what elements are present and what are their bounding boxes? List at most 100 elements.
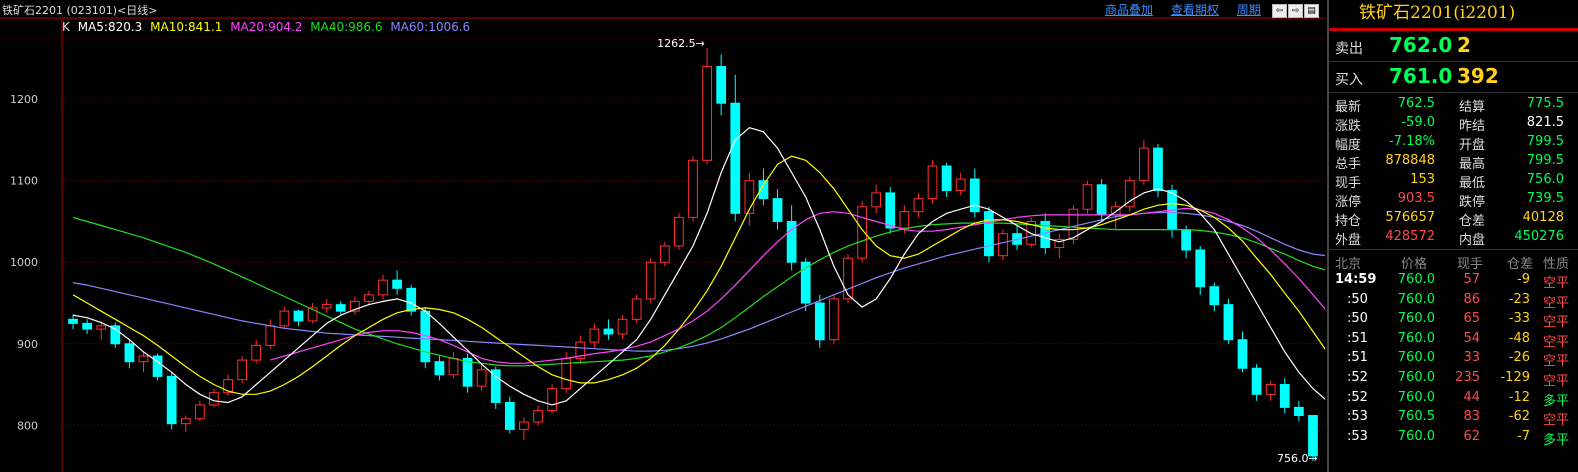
candle-body (490, 369, 501, 403)
stat-l2: 开盘 (1459, 138, 1486, 153)
trade-diff: -33 (1508, 311, 1530, 327)
candle-body (1139, 147, 1149, 182)
candle-body (716, 66, 727, 104)
stat-v2: 799.5 (1526, 153, 1564, 168)
stat-row: 最新 762.5 结算 775.5 (1329, 95, 1578, 115)
view-options-link[interactable]: 查看期权 (1171, 3, 1219, 17)
bid-row[interactable]: 买入 761.0 392 (1329, 62, 1578, 93)
candle-body (476, 369, 487, 387)
trade-row[interactable]: :52 760.0 235 -129 空平 (1329, 368, 1578, 389)
trades-list[interactable]: 14:59 760.0 57 -9 空平:50 760.0 86 -23 空平:50 760.0 6… (1329, 270, 1578, 448)
next-arrow-icon[interactable]: ⇨ (1288, 4, 1303, 18)
candle-body (814, 302, 825, 341)
trade-row[interactable]: 14:59 760.0 57 -9 空平 (1329, 270, 1578, 291)
ma20-label: MA20:904.2 (230, 20, 303, 34)
candle-body (364, 294, 374, 302)
trade-row[interactable]: :53 760.0 62 -7 多平 (1329, 427, 1578, 448)
layout-icon[interactable]: ▤ (1304, 4, 1319, 18)
trade-row[interactable]: :50 760.0 65 -33 空平 (1329, 309, 1578, 331)
candle-body (392, 279, 402, 289)
candle-body (1082, 184, 1093, 210)
trade-diff: -26 (1508, 350, 1530, 366)
stat-v2: 756.0 (1526, 172, 1564, 187)
trade-row[interactable]: :51 760.0 33 -26 空平 (1329, 348, 1578, 369)
ask-row[interactable]: 卖出 762.0 2 (1329, 31, 1578, 62)
candle-body (603, 328, 614, 335)
candle-body (279, 310, 290, 327)
candle-body (1223, 304, 1234, 341)
ma60-label: MA60:1006.6 (390, 20, 471, 34)
candle-body (772, 198, 783, 222)
stat-v2: 775.5 (1526, 96, 1564, 111)
quote-panel: 铁矿石2201(i2201) 卖出 762.0 2 买入 761.0 392 最… (1327, 0, 1578, 472)
candle-body (969, 178, 980, 213)
trade-vol: 44 (1463, 389, 1480, 405)
stat-v1: 903.5 (1397, 191, 1435, 206)
trade-diff: -62 (1508, 409, 1530, 425)
trade-vol: 57 (1463, 272, 1480, 287)
stat-v1: 762.5 (1397, 96, 1435, 111)
quote-stats: 最新 762.5 结算 775.5 涨跌 -59.0 昨结 821.5 幅度 -7.18% 开盘 79… (1329, 93, 1578, 250)
candle-body (617, 318, 628, 335)
y-tick-label: 1000 (10, 256, 38, 269)
candle-body (166, 375, 177, 425)
candle-body (448, 357, 459, 376)
candle-body (674, 216, 684, 247)
trade-row[interactable]: :50 760.0 86 -23 空平 (1329, 290, 1578, 311)
candle-body (335, 304, 346, 312)
candle-body (1308, 415, 1318, 457)
stat-l1: 幅度 (1335, 138, 1362, 153)
y-tick-label: 1200 (10, 93, 38, 106)
y-tick-label: 900 (17, 338, 38, 351)
candle-body (251, 344, 262, 361)
trade-time: :50 (1347, 291, 1368, 307)
kline-chart[interactable]: 800 900 1000 1100 1200 1262.5→ 756.0→ (0, 0, 1325, 472)
candle-body (434, 361, 445, 376)
candle-body (899, 211, 910, 229)
stat-l1: 总手 (1335, 157, 1362, 172)
candle-body (589, 328, 600, 343)
ask-price: 762.0 (1389, 33, 1453, 57)
candle-body (321, 304, 332, 309)
period-link[interactable]: 周期 (1237, 3, 1261, 17)
candle-body (1293, 406, 1304, 417)
candle-body (998, 233, 1008, 257)
commodity-overlay-link[interactable]: 商品叠加 (1105, 3, 1153, 17)
candle-body (885, 192, 896, 229)
candle-body (124, 343, 135, 363)
trade-vol: 33 (1463, 350, 1480, 366)
stat-l2: 最低 (1459, 176, 1486, 191)
candle-body (237, 359, 247, 381)
candle-body (96, 325, 107, 330)
y-tick-label: 800 (17, 419, 38, 432)
ask-volume: 2 (1457, 33, 1471, 57)
trade-row[interactable]: :53 760.5 83 -62 空平 (1329, 407, 1578, 429)
stat-l1: 持仓 (1335, 214, 1362, 229)
stat-l2: 昨结 (1459, 119, 1486, 134)
trade-nature: 空平 (1543, 315, 1570, 331)
candle-body (1068, 208, 1079, 240)
candle-body (406, 287, 417, 312)
stat-v1: 428572 (1385, 229, 1435, 244)
prev-arrow-icon[interactable]: ⇦ (1272, 4, 1287, 18)
trade-diff: -9 (1517, 272, 1530, 287)
trade-nature: 多平 (1543, 393, 1570, 409)
candle-body (659, 245, 670, 263)
candle-body (68, 318, 78, 324)
candle-body (645, 261, 656, 300)
candle-body (843, 257, 853, 300)
ma5-label: MA5:820.3 (77, 20, 143, 34)
trade-row[interactable]: :51 760.0 54 -48 空平 (1329, 329, 1578, 350)
stat-v1: 576657 (1385, 210, 1435, 225)
candle-body (702, 66, 712, 161)
candle-body (547, 388, 557, 412)
trade-row[interactable]: :52 760.0 44 -12 多平 (1329, 388, 1578, 409)
candle-body (265, 325, 276, 346)
stat-v1: 878848 (1385, 153, 1435, 168)
trade-time: :50 (1347, 311, 1368, 327)
stat-v1: 153 (1410, 172, 1435, 187)
kline-chart-area[interactable]: 800 900 1000 1100 1200 1262.5→ 756.0→ 铁矿石2201 … (0, 0, 1325, 472)
stat-v1: -7.18% (1389, 134, 1435, 149)
trade-nature: 空平 (1543, 413, 1570, 429)
candle-body (194, 404, 205, 420)
